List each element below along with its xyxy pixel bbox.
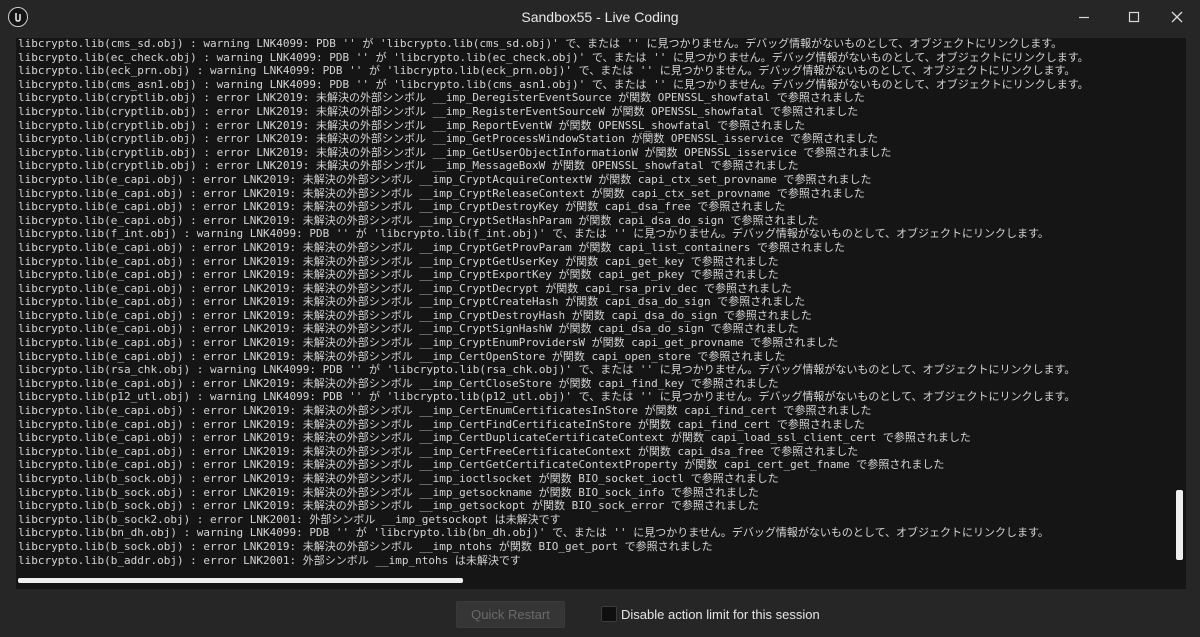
log-line: libcrypto.lib(cryptlib.obj) : error LNK2… xyxy=(18,91,865,105)
log-line: libcrypto.lib(e_capi.obj) : error LNK201… xyxy=(18,376,779,390)
log-line: libcrypto.lib(e_capi.obj) : error LNK201… xyxy=(18,240,846,254)
minimize-icon xyxy=(1079,16,1089,19)
log-line: libcrypto.lib(e_capi.obj) : error LNK201… xyxy=(18,254,779,268)
log-lines: libcrypto.lib(cms_sd.obj) : warning LNK4… xyxy=(18,38,1178,567)
log-line: libcrypto.lib(e_capi.obj) : error LNK201… xyxy=(18,268,779,282)
log-line: libcrypto.lib(ec_check.obj) : warning LN… xyxy=(18,50,1089,64)
log-line: libcrypto.lib(e_capi.obj) : error LNK201… xyxy=(18,458,945,472)
log-line: libcrypto.lib(e_capi.obj) : error LNK201… xyxy=(18,308,812,322)
output-log[interactable]: libcrypto.lib(cms_sd.obj) : warning LNK4… xyxy=(16,38,1186,589)
log-line: libcrypto.lib(cryptlib.obj) : error LNK2… xyxy=(18,118,806,132)
log-line: libcrypto.lib(b_sock.obj) : error LNK201… xyxy=(18,472,779,485)
maximize-icon xyxy=(1128,11,1140,23)
log-line: libcrypto.lib(f_int.obj) : warning LNK40… xyxy=(18,227,1049,241)
log-line: libcrypto.lib(cryptlib.obj) : error LNK2… xyxy=(18,159,799,173)
log-line: libcrypto.lib(cryptlib.obj) : error LNK2… xyxy=(18,132,879,146)
log-line: libcrypto.lib(e_capi.obj) : error LNK201… xyxy=(18,172,872,186)
log-line: libcrypto.lib(e_capi.obj) : error LNK201… xyxy=(18,431,971,445)
log-line: libcrypto.lib(e_capi.obj) : error LNK201… xyxy=(18,322,799,336)
minimize-button[interactable] xyxy=(1061,0,1107,34)
log-line: libcrypto.lib(e_capi.obj) : error LNK201… xyxy=(18,404,872,418)
log-line: libcrypto.lib(e_capi.obj) : error LNK201… xyxy=(18,444,859,458)
log-line: libcrypto.lib(cms_asn1.obj) : warning LN… xyxy=(18,77,1089,91)
log-line: libcrypto.lib(e_capi.obj) : error LNK201… xyxy=(18,295,806,309)
log-line: libcrypto.lib(cryptlib.obj) : error LNK2… xyxy=(18,145,892,159)
log-line: libcrypto.lib(eck_prn.obj) : warning LNK… xyxy=(18,64,1076,78)
log-line: libcrypto.lib(rsa_chk.obj) : warning LNK… xyxy=(18,363,1076,377)
log-line: libcrypto.lib(e_capi.obj) : error LNK201… xyxy=(18,213,819,227)
disable-action-limit-option[interactable]: Disable action limit for this session xyxy=(601,605,820,623)
title-bar: Sandbox55 - Live Coding xyxy=(0,0,1200,34)
disable-action-limit-label: Disable action limit for this session xyxy=(621,606,820,622)
horizontal-scrollbar-thumb[interactable] xyxy=(18,578,463,583)
close-button[interactable] xyxy=(1154,0,1200,34)
log-line: libcrypto.lib(e_capi.obj) : error LNK201… xyxy=(18,186,865,200)
vertical-scrollbar-thumb[interactable] xyxy=(1176,490,1183,560)
log-line: libcrypto.lib(cms_sd.obj) : warning LNK4… xyxy=(18,38,1063,50)
log-line: libcrypto.lib(e_capi.obj) : error LNK201… xyxy=(18,200,786,214)
log-line: libcrypto.lib(b_addr.obj) : error LNK200… xyxy=(18,553,521,567)
window-title: Sandbox55 - Live Coding xyxy=(521,9,679,25)
log-line: libcrypto.lib(b_sock.obj) : error LNK201… xyxy=(18,539,713,553)
log-line: libcrypto.lib(b_sock.obj) : error LNK201… xyxy=(18,485,759,499)
log-line: libcrypto.lib(e_capi.obj) : error LNK201… xyxy=(18,417,865,431)
log-line: libcrypto.lib(bn_dh.obj) : warning LNK40… xyxy=(18,526,1049,540)
log-line: libcrypto.lib(b_sock2.obj) : error LNK20… xyxy=(18,512,561,526)
maximize-button[interactable] xyxy=(1111,0,1157,34)
log-line: libcrypto.lib(e_capi.obj) : error LNK201… xyxy=(18,349,786,363)
log-line: libcrypto.lib(e_capi.obj) : error LNK201… xyxy=(18,336,839,350)
log-line: libcrypto.lib(b_sock.obj) : error LNK201… xyxy=(18,499,759,513)
footer-bar: Quick Restart Disable action limit for t… xyxy=(0,590,1200,637)
log-line: libcrypto.lib(cryptlib.obj) : error LNK2… xyxy=(18,104,859,118)
log-line: libcrypto.lib(p12_utl.obj) : warning LNK… xyxy=(18,390,1076,404)
close-icon xyxy=(1171,11,1183,23)
log-line: libcrypto.lib(e_capi.obj) : error LNK201… xyxy=(18,281,793,295)
disable-action-limit-checkbox[interactable] xyxy=(601,606,617,622)
quick-restart-button[interactable]: Quick Restart xyxy=(456,601,565,628)
